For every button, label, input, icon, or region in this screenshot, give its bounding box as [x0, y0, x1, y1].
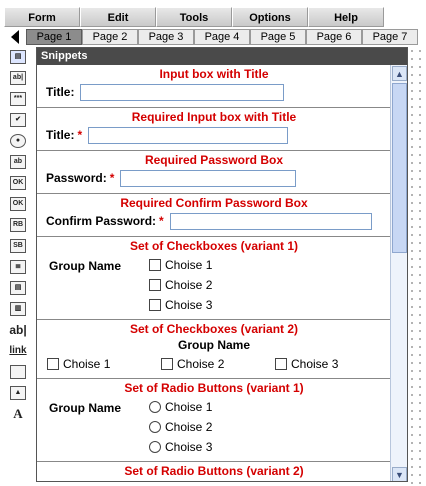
option-label: Choise 1 [63, 357, 111, 371]
field-label: Title: [46, 128, 75, 142]
title-input[interactable] [80, 83, 285, 101]
menu-help[interactable]: Help [308, 7, 384, 27]
field-label: Confirm Password: [46, 214, 157, 228]
reset-button-icon[interactable]: OK [8, 194, 28, 213]
required-marker: * [77, 128, 83, 142]
list2-icon[interactable]: ▤ [8, 278, 28, 297]
checkbox[interactable] [149, 259, 161, 271]
group-name: Group Name [49, 259, 122, 273]
checkbox[interactable] [161, 358, 173, 370]
text-field-icon[interactable]: ab| [8, 68, 28, 87]
tab-page-3[interactable]: Page 3 [138, 29, 194, 45]
snippet-checkboxes-v1[interactable]: Set of Checkboxes (variant 1) Group Name… [37, 237, 391, 320]
snippet-required-password[interactable]: Required Password Box Password: * [37, 151, 391, 194]
group-name: Group Name [49, 401, 122, 415]
page-tabs: Page 1 Page 2 Page 3 Page 4 Page 5 Page … [0, 28, 426, 45]
box-tool-icon[interactable] [8, 362, 28, 381]
section-title: Set of Radio Buttons (variant 2) [124, 464, 304, 478]
required-marker: * [159, 214, 164, 228]
tool-palette: ▤ ab| *** ✔ ● ab OK OK RB SB ≣ ▤ ▥ ab| l… [8, 47, 30, 423]
radio-icon[interactable]: ● [8, 131, 28, 150]
scroll-thumb[interactable] [392, 83, 407, 253]
option-label: Choise 3 [165, 298, 213, 312]
submit-button2-icon[interactable]: SB [8, 236, 28, 255]
snippet-radios-v1[interactable]: Set of Radio Buttons (variant 1) Group N… [37, 379, 391, 462]
scroll-down-icon[interactable]: ▼ [392, 467, 407, 481]
radio-button[interactable] [149, 401, 161, 413]
group-name: Group Name [177, 338, 250, 352]
panel-title: Snippets [37, 48, 407, 65]
option-label: Choise 2 [165, 420, 213, 434]
option-label: Choise 3 [291, 357, 339, 371]
option-label: Choise 3 [165, 440, 213, 454]
option-label: Choise 1 [165, 400, 213, 414]
snippets-list: Input box with Title Title: Required Inp… [37, 65, 391, 481]
radio-button[interactable] [149, 441, 161, 453]
image-tool-icon[interactable]: ▲ [8, 383, 28, 402]
snippet-radios-v2[interactable]: Set of Radio Buttons (variant 2) [37, 462, 391, 481]
field-label: Title: [46, 85, 75, 99]
design-grid [408, 47, 426, 486]
snippet-confirm-password[interactable]: Required Confirm Password Box Confirm Pa… [37, 194, 391, 237]
menu-options[interactable]: Options [232, 7, 308, 27]
scroll-up-icon[interactable]: ▲ [392, 66, 407, 81]
tab-page-2[interactable]: Page 2 [82, 29, 138, 45]
confirm-password-input[interactable] [169, 212, 372, 230]
list3-icon[interactable]: ▥ [8, 299, 28, 318]
option-label: Choise 1 [165, 258, 213, 272]
snippets-panel: Snippets Input box with Title Title: Req… [36, 47, 408, 482]
required-title-input[interactable] [88, 126, 289, 144]
section-title: Input box with Title [159, 67, 269, 81]
radio-button[interactable] [149, 421, 161, 433]
tab-page-5[interactable]: Page 5 [250, 29, 306, 45]
required-marker: * [109, 171, 115, 185]
tab-page-1[interactable]: Page 1 [26, 29, 82, 45]
reset-button2-icon[interactable]: RB [8, 215, 28, 234]
snippets-tool-icon[interactable]: ▤ [8, 47, 28, 66]
section-title: Set of Radio Buttons (variant 1) [124, 381, 304, 395]
list-icon[interactable]: ≣ [8, 257, 28, 276]
snippet-checkboxes-v2[interactable]: Set of Checkboxes (variant 2) Group Name… [37, 320, 391, 379]
checkbox-icon[interactable]: ✔ [8, 110, 28, 129]
link-tool-icon[interactable]: link [8, 341, 28, 360]
vertical-scrollbar[interactable]: ▲ ▼ [390, 65, 407, 481]
section-title: Required Password Box [144, 153, 284, 167]
password-input[interactable] [120, 169, 297, 187]
menu-edit[interactable]: Edit [80, 7, 156, 27]
label-tool-icon[interactable]: ab| [8, 320, 28, 339]
menu-tools[interactable]: Tools [156, 7, 232, 27]
checkbox[interactable] [149, 279, 161, 291]
password-field-icon[interactable]: *** [8, 89, 28, 108]
section-title: Required Input box with Title [131, 110, 297, 124]
tab-page-7[interactable]: Page 7 [362, 29, 418, 45]
textarea-icon[interactable]: ab [8, 152, 28, 171]
checkbox[interactable] [275, 358, 287, 370]
tab-page-6[interactable]: Page 6 [306, 29, 362, 45]
option-label: Choise 2 [177, 357, 225, 371]
tab-scroll-left-icon[interactable] [4, 28, 26, 45]
menu-bar: Form Edit Tools Options Help [0, 7, 426, 27]
field-label: Password: [46, 171, 107, 185]
checkbox[interactable] [47, 358, 59, 370]
submit-button-icon[interactable]: OK [8, 173, 28, 192]
tab-page-4[interactable]: Page 4 [194, 29, 250, 45]
snippet-input-box[interactable]: Input box with Title Title: [37, 65, 391, 108]
option-label: Choise 2 [165, 278, 213, 292]
section-title: Required Confirm Password Box [120, 196, 308, 210]
section-title: Set of Checkboxes (variant 1) [129, 239, 299, 253]
snippet-required-input[interactable]: Required Input box with Title Title: * [37, 108, 391, 151]
menu-form[interactable]: Form [4, 7, 80, 27]
font-tool-icon[interactable]: A [8, 404, 28, 423]
checkbox[interactable] [149, 299, 161, 311]
section-title: Set of Checkboxes (variant 2) [129, 322, 299, 336]
